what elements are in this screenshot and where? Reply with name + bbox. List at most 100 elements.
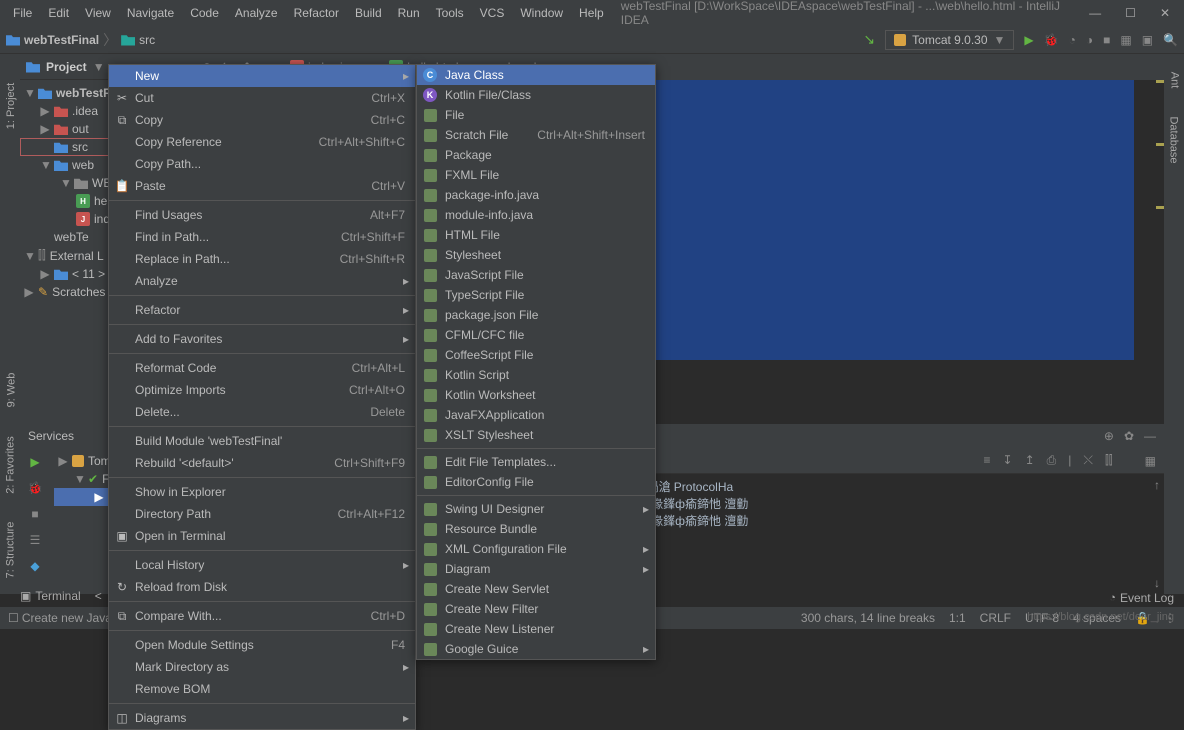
menu-item[interactable]: package-info.java bbox=[417, 185, 655, 205]
menu-item[interactable]: module-info.java bbox=[417, 205, 655, 225]
breadcrumb-current[interactable]: src bbox=[139, 33, 155, 47]
menu-item[interactable]: ✂CutCtrl+X bbox=[109, 87, 415, 109]
scroll-up-icon[interactable]: ↥ bbox=[1025, 453, 1035, 468]
tab-terminal[interactable]: ▣ Terminal bbox=[20, 589, 81, 603]
tab-web[interactable]: 9: Web bbox=[5, 373, 17, 408]
gear-icon[interactable]: ✿ bbox=[1124, 429, 1134, 443]
target-icon[interactable]: ⊕ bbox=[1104, 429, 1114, 443]
menu-item[interactable]: JavaFXApplication bbox=[417, 405, 655, 425]
more-icon[interactable]: ⫿⫿ bbox=[1105, 453, 1113, 468]
menu-vcs[interactable]: VCS bbox=[473, 3, 512, 23]
menu-item[interactable]: Find in Path...Ctrl+Shift+F bbox=[109, 226, 415, 248]
status-crlf[interactable]: CRLF bbox=[980, 611, 1011, 625]
menu-item[interactable]: Refactor bbox=[109, 299, 415, 321]
menu-help[interactable]: Help bbox=[572, 3, 611, 23]
print-icon[interactable]: ⎙ bbox=[1047, 453, 1057, 468]
menu-item[interactable]: Reformat CodeCtrl+Alt+L bbox=[109, 357, 415, 379]
menu-item[interactable]: Build Module 'webTestFinal' bbox=[109, 430, 415, 452]
menu-navigate[interactable]: Navigate bbox=[120, 3, 181, 23]
menu-item[interactable]: Rebuild '<default>'Ctrl+Shift+F9 bbox=[109, 452, 415, 474]
menu-item[interactable]: Delete...Delete bbox=[109, 401, 415, 423]
menu-item[interactable]: File bbox=[417, 105, 655, 125]
menu-item[interactable]: TypeScript File bbox=[417, 285, 655, 305]
stop-icon[interactable]: ■ bbox=[1103, 33, 1110, 47]
wrap-icon[interactable]: ≡ bbox=[983, 453, 990, 468]
scroll-icon[interactable]: ↧ bbox=[1003, 453, 1013, 468]
menu-item[interactable]: Kotlin Worksheet bbox=[417, 385, 655, 405]
menu-item[interactable]: Resource Bundle bbox=[417, 519, 655, 539]
menu-item[interactable]: CoffeeScript File bbox=[417, 345, 655, 365]
maximize-icon[interactable]: ☐ bbox=[1125, 6, 1136, 20]
menu-item[interactable]: Mark Directory as bbox=[109, 656, 415, 678]
run-button[interactable]: ▶ bbox=[1024, 33, 1033, 47]
menu-item[interactable]: Scratch FileCtrl+Alt+Shift+Insert bbox=[417, 125, 655, 145]
debug-icon[interactable]: 🐞 bbox=[25, 478, 45, 498]
menu-item[interactable]: Edit File Templates... bbox=[417, 452, 655, 472]
menu-item[interactable]: package.json File bbox=[417, 305, 655, 325]
menu-item[interactable]: Directory PathCtrl+Alt+F12 bbox=[109, 503, 415, 525]
menu-item[interactable]: Diagram bbox=[417, 559, 655, 579]
profile-icon[interactable]: ◑ bbox=[1086, 33, 1093, 47]
tab-ant[interactable]: Ant bbox=[1168, 72, 1180, 89]
menu-item[interactable]: Create New Listener bbox=[417, 619, 655, 639]
menu-tools[interactable]: Tools bbox=[429, 3, 471, 23]
tab-structure[interactable]: 7: Structure bbox=[4, 522, 16, 579]
menu-run[interactable]: Run bbox=[391, 3, 427, 23]
menu-item[interactable]: Stylesheet bbox=[417, 245, 655, 265]
tab-project[interactable]: 1: Project bbox=[5, 83, 17, 129]
menu-item[interactable]: Show in Explorer bbox=[109, 481, 415, 503]
layout-icon[interactable]: ▦ bbox=[1145, 454, 1156, 468]
menu-analyze[interactable]: Analyze bbox=[228, 3, 285, 23]
sep-icon[interactable]: ◆ bbox=[25, 556, 45, 576]
menu-item[interactable]: Find UsagesAlt+F7 bbox=[109, 204, 415, 226]
vcs-icon[interactable]: ▦ bbox=[1120, 33, 1131, 47]
search-icon[interactable]: 🔍 bbox=[1163, 33, 1178, 47]
menu-item[interactable]: ◫Diagrams bbox=[109, 707, 415, 729]
coverage-icon[interactable]: ◔ bbox=[1069, 33, 1076, 47]
menu-item[interactable]: Package bbox=[417, 145, 655, 165]
menu-item[interactable]: New bbox=[109, 65, 415, 87]
menu-item[interactable]: HTML File bbox=[417, 225, 655, 245]
menu-item[interactable]: Create New Servlet bbox=[417, 579, 655, 599]
menu-item[interactable]: Create New Filter bbox=[417, 599, 655, 619]
menu-item[interactable]: Copy Path... bbox=[109, 153, 415, 175]
menu-item[interactable]: Swing UI Designer bbox=[417, 499, 655, 519]
tab-favorites[interactable]: 2: Favorites bbox=[5, 436, 17, 493]
filter-icon[interactable]: ☰ bbox=[25, 530, 45, 550]
tab-database[interactable]: Database bbox=[1168, 116, 1180, 163]
hide-icon[interactable]: — bbox=[1144, 429, 1156, 443]
scroll-down-icon[interactable]: ↓ bbox=[1154, 576, 1160, 590]
menu-item[interactable]: Replace in Path...Ctrl+Shift+R bbox=[109, 248, 415, 270]
menu-item[interactable]: KKotlin File/Class bbox=[417, 85, 655, 105]
menu-item[interactable]: ↻Reload from Disk bbox=[109, 576, 415, 598]
menu-item[interactable]: Optimize ImportsCtrl+Alt+O bbox=[109, 379, 415, 401]
menu-refactor[interactable]: Refactor bbox=[287, 3, 346, 23]
menu-item[interactable]: XML Configuration File bbox=[417, 539, 655, 559]
menu-item[interactable]: EditorConfig File bbox=[417, 472, 655, 492]
menu-item[interactable]: XSLT Stylesheet bbox=[417, 425, 655, 445]
menu-item[interactable]: FXML File bbox=[417, 165, 655, 185]
menu-item[interactable]: Remove BOM bbox=[109, 678, 415, 700]
menu-item[interactable]: CFML/CFC file bbox=[417, 325, 655, 345]
minimize-icon[interactable]: — bbox=[1089, 6, 1101, 20]
menu-item[interactable]: Google Guice bbox=[417, 639, 655, 659]
menu-item[interactable]: ⧉CopyCtrl+C bbox=[109, 109, 415, 131]
menu-item[interactable]: ▣Open in Terminal bbox=[109, 525, 415, 547]
menu-window[interactable]: Window bbox=[513, 3, 570, 23]
menu-item[interactable]: ⧉Compare With...Ctrl+D bbox=[109, 605, 415, 627]
debug-button[interactable]: 🐞 bbox=[1044, 33, 1059, 47]
breadcrumb-root[interactable]: webTestFinal bbox=[24, 33, 99, 47]
scroll-up-icon[interactable]: ↑ bbox=[1154, 478, 1160, 492]
menu-edit[interactable]: Edit bbox=[41, 3, 76, 23]
menu-item[interactable]: Kotlin Script bbox=[417, 365, 655, 385]
menu-item[interactable]: Copy ReferenceCtrl+Alt+Shift+C bbox=[109, 131, 415, 153]
ide-icon[interactable]: ▣ bbox=[1142, 33, 1153, 47]
run-config-select[interactable]: Tomcat 9.0.30▼ bbox=[885, 30, 1014, 50]
menu-view[interactable]: View bbox=[78, 3, 118, 23]
build-icon[interactable]: ↘ bbox=[863, 31, 875, 48]
clear-icon[interactable]: ⤬ bbox=[1083, 453, 1093, 468]
run-icon[interactable]: ▶ bbox=[25, 452, 45, 472]
status-pos[interactable]: 1:1 bbox=[949, 611, 966, 625]
menu-item[interactable]: Add to Favorites bbox=[109, 328, 415, 350]
menu-item[interactable]: 📋PasteCtrl+V bbox=[109, 175, 415, 197]
